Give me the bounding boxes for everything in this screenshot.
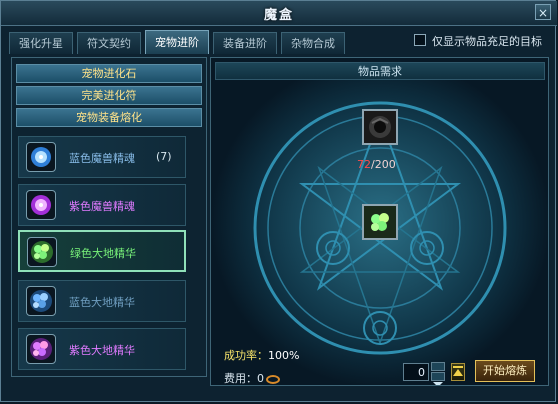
fee: 费用：0	[224, 370, 280, 385]
green-earth-essence-icon	[27, 237, 57, 267]
material-owned: 72	[357, 158, 371, 171]
chevron-down-icon	[433, 382, 443, 385]
fee-value: 0	[257, 372, 264, 385]
list-item[interactable]: 紫色魔兽精魂	[18, 184, 186, 226]
green-earth-essence-result-icon	[364, 206, 396, 238]
item-count: (7)	[156, 150, 172, 163]
category-pet-evolution-stone[interactable]: 宠物进化石	[16, 64, 202, 83]
quantity-increase-button[interactable]	[431, 362, 445, 377]
tab-equipment-advance[interactable]: 装备进阶	[213, 32, 277, 54]
fee-label: 费用：	[224, 372, 257, 385]
max-quantity-button[interactable]	[451, 363, 465, 381]
magic-box-window: 魔盒 × 强化升星 符文契约 宠物进阶 装备进阶 杂物合成 仅显示物品充足的目标…	[0, 0, 557, 402]
quantity-stepper	[431, 362, 445, 385]
title-bar: 魔盒 ×	[1, 1, 557, 26]
item-name: 紫色魔兽精魂	[69, 200, 135, 213]
tab-pet-advance[interactable]: 宠物进阶	[145, 30, 209, 54]
list-item[interactable]: 蓝色魔兽精魂 (7)	[18, 136, 186, 178]
list-item[interactable]: 蓝色大地精华	[18, 280, 186, 322]
target-list-panel: 宠物进化石 完美进化符 宠物装备熔化 蓝色魔兽精魂 (7) 紫色魔兽精魂 绿色大…	[11, 57, 207, 377]
blue-beast-soul-icon	[26, 142, 56, 172]
success-rate-label: 成功率：	[224, 349, 268, 362]
purple-beast-soul-icon	[26, 190, 56, 220]
quantity-input[interactable]: 0	[403, 363, 429, 381]
success-rate: 成功率：100%	[224, 347, 299, 363]
item-name: 紫色大地精华	[69, 344, 135, 357]
coin-icon	[266, 374, 280, 384]
beast-soul-material-icon	[364, 111, 396, 143]
quantity-decrease-button[interactable]	[431, 372, 445, 385]
category-pet-equipment-melt[interactable]: 宠物装备熔化	[16, 108, 202, 127]
tab-enhance[interactable]: 强化升星	[9, 32, 73, 54]
window-title: 魔盒	[263, 8, 294, 23]
filter-checkbox[interactable]	[414, 34, 426, 46]
tab-misc-synthesis[interactable]: 杂物合成	[281, 32, 345, 54]
item-name: 绿色大地精华	[70, 247, 136, 260]
category-perfect-evolution-talisman[interactable]: 完美进化符	[16, 86, 202, 105]
start-smelting-button[interactable]: 开始熔炼	[475, 360, 535, 382]
requirement-header: 物品需求	[215, 62, 545, 80]
required-material-slot[interactable]	[362, 109, 398, 145]
blue-earth-essence-icon	[26, 286, 56, 316]
item-name: 蓝色大地精华	[69, 296, 135, 309]
material-requirement-panel: 物品需求 72/200 成功率：100% 费用：0 0 开始熔炼	[210, 57, 549, 386]
filter-label: 仅显示物品充足的目标	[432, 35, 542, 48]
list-item[interactable]: 紫色大地精华	[18, 328, 186, 370]
success-rate-value: 100%	[268, 349, 300, 362]
tab-rune[interactable]: 符文契约	[77, 32, 141, 54]
close-button[interactable]: ×	[535, 4, 551, 20]
material-needed: 200	[374, 158, 396, 171]
material-counter: 72/200	[357, 158, 396, 171]
result-item-slot[interactable]	[362, 204, 398, 240]
list-item-selected[interactable]: 绿色大地精华	[18, 230, 186, 272]
item-name: 蓝色魔兽精魂	[69, 152, 135, 165]
max-icon	[453, 366, 463, 376]
purple-earth-essence-icon	[26, 334, 56, 364]
